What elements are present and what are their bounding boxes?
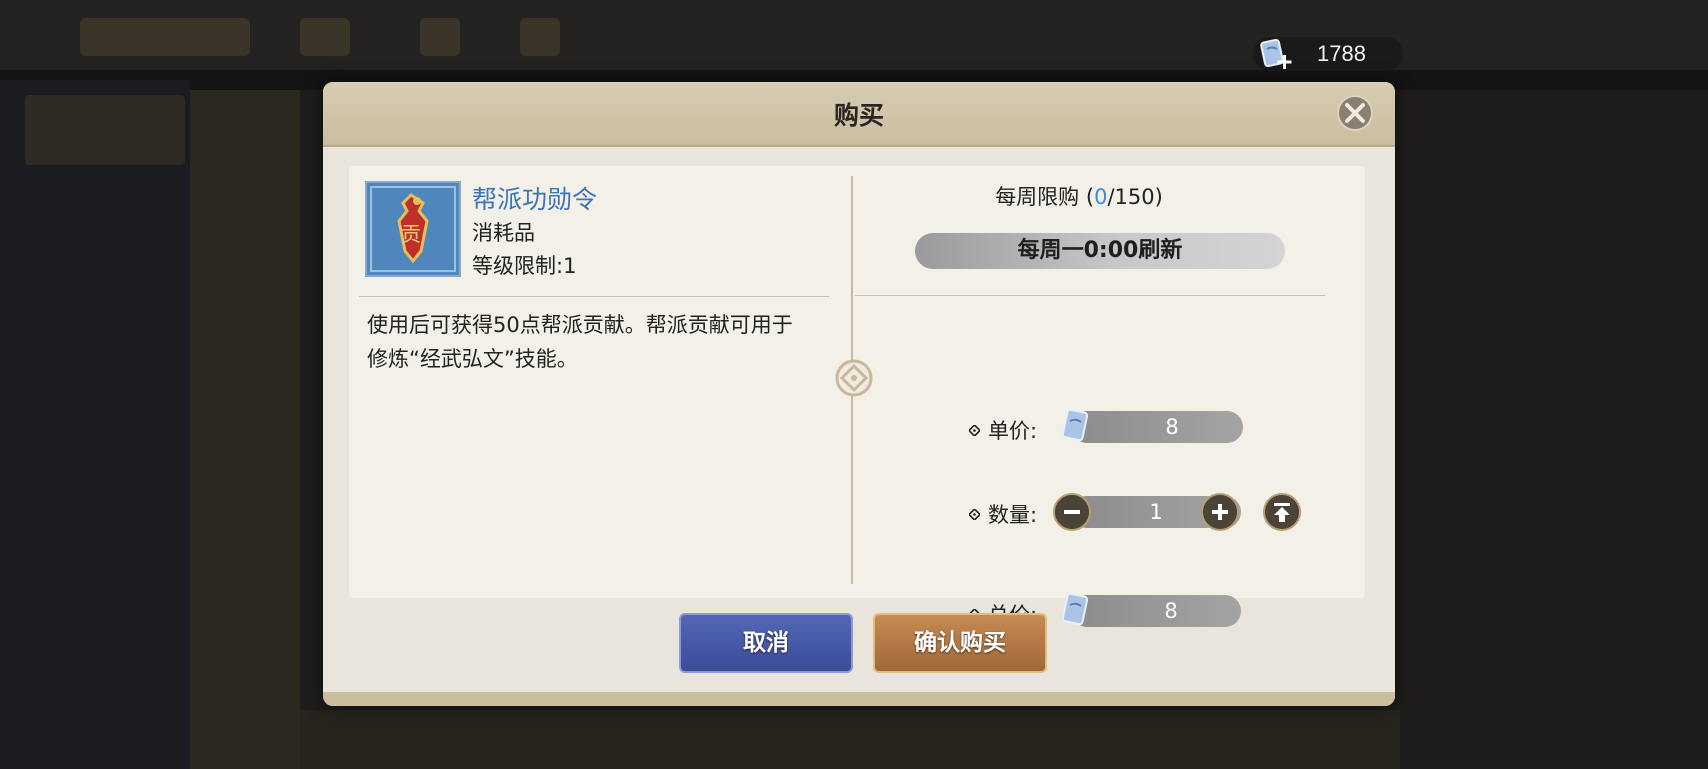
weekly-limit: 每周限购 (0/150) bbox=[899, 181, 1259, 211]
item-name: 帮派功勋令 bbox=[472, 185, 598, 214]
max-arrow-icon bbox=[1274, 503, 1290, 522]
background-sidebar-tab bbox=[25, 95, 185, 165]
item-icon-glyph: 贡 bbox=[401, 222, 421, 246]
scroll-plus-icon bbox=[1260, 38, 1292, 69]
close-button[interactable] bbox=[1337, 95, 1373, 131]
diamond-bullet-icon bbox=[969, 424, 980, 436]
item-type: 消耗品 bbox=[472, 221, 535, 245]
minus-icon bbox=[1064, 510, 1080, 514]
background-icon bbox=[520, 18, 560, 56]
quantity-label: 数量: bbox=[988, 503, 1038, 527]
dialog-header: 购买 bbox=[323, 82, 1395, 147]
confirm-purchase-button[interactable]: 确认购买 bbox=[873, 613, 1047, 673]
background-icon bbox=[300, 18, 350, 56]
weekly-limit-current: 0 bbox=[1094, 185, 1108, 209]
currency-display[interactable]: 1788 bbox=[1253, 37, 1403, 71]
dialog-title: 购买 bbox=[833, 101, 884, 130]
item-icon: 贡 bbox=[365, 181, 461, 277]
total-price-value: 8 bbox=[1071, 595, 1241, 627]
divider bbox=[359, 296, 829, 297]
ornament-icon bbox=[835, 359, 873, 397]
weekly-limit-max: /150) bbox=[1107, 185, 1163, 209]
max-quantity-button[interactable] bbox=[1263, 493, 1301, 531]
currency-amount: 1788 bbox=[1317, 41, 1366, 66]
unit-price-value: 8 bbox=[1071, 411, 1243, 443]
refresh-time-pill: 每周一0:00刷新 bbox=[915, 233, 1285, 269]
background-icon bbox=[420, 18, 460, 56]
unit-price-label-row: 单价: bbox=[969, 415, 1037, 445]
item-description: 使用后可获得50点帮派贡献。帮派贡献可用于修炼“经武弘文”技能。 bbox=[367, 313, 793, 371]
purchase-dialog: 购买 贡 帮派功勋令 消耗品 等级限制:1 使用后可获得50点帮派贡献。帮派贡献… bbox=[323, 82, 1395, 706]
guild-token-icon: 贡 bbox=[367, 183, 459, 275]
increase-quantity-button[interactable] bbox=[1201, 493, 1239, 531]
background-column bbox=[190, 90, 300, 769]
decrease-quantity-button[interactable] bbox=[1053, 493, 1091, 531]
unit-price-label: 单价: bbox=[988, 419, 1038, 443]
scroll-currency-icon bbox=[1061, 592, 1089, 626]
diamond-bullet-icon bbox=[969, 508, 980, 520]
background-bottom-bar bbox=[300, 710, 1400, 769]
plus-icon bbox=[1212, 504, 1228, 520]
scroll-currency-icon bbox=[1061, 408, 1089, 442]
weekly-limit-label: 每周限购 ( bbox=[995, 185, 1095, 209]
item-level-limit: 等级限制:1 bbox=[472, 254, 577, 278]
quantity-label-row: 数量: bbox=[969, 499, 1037, 529]
background-tab bbox=[80, 18, 250, 56]
background-top-bar bbox=[0, 0, 1708, 70]
divider bbox=[855, 295, 1325, 296]
background-sidebar bbox=[0, 80, 190, 769]
cancel-button[interactable]: 取消 bbox=[679, 613, 853, 673]
dialog-footer-strip bbox=[323, 692, 1395, 706]
close-icon bbox=[1345, 103, 1365, 123]
